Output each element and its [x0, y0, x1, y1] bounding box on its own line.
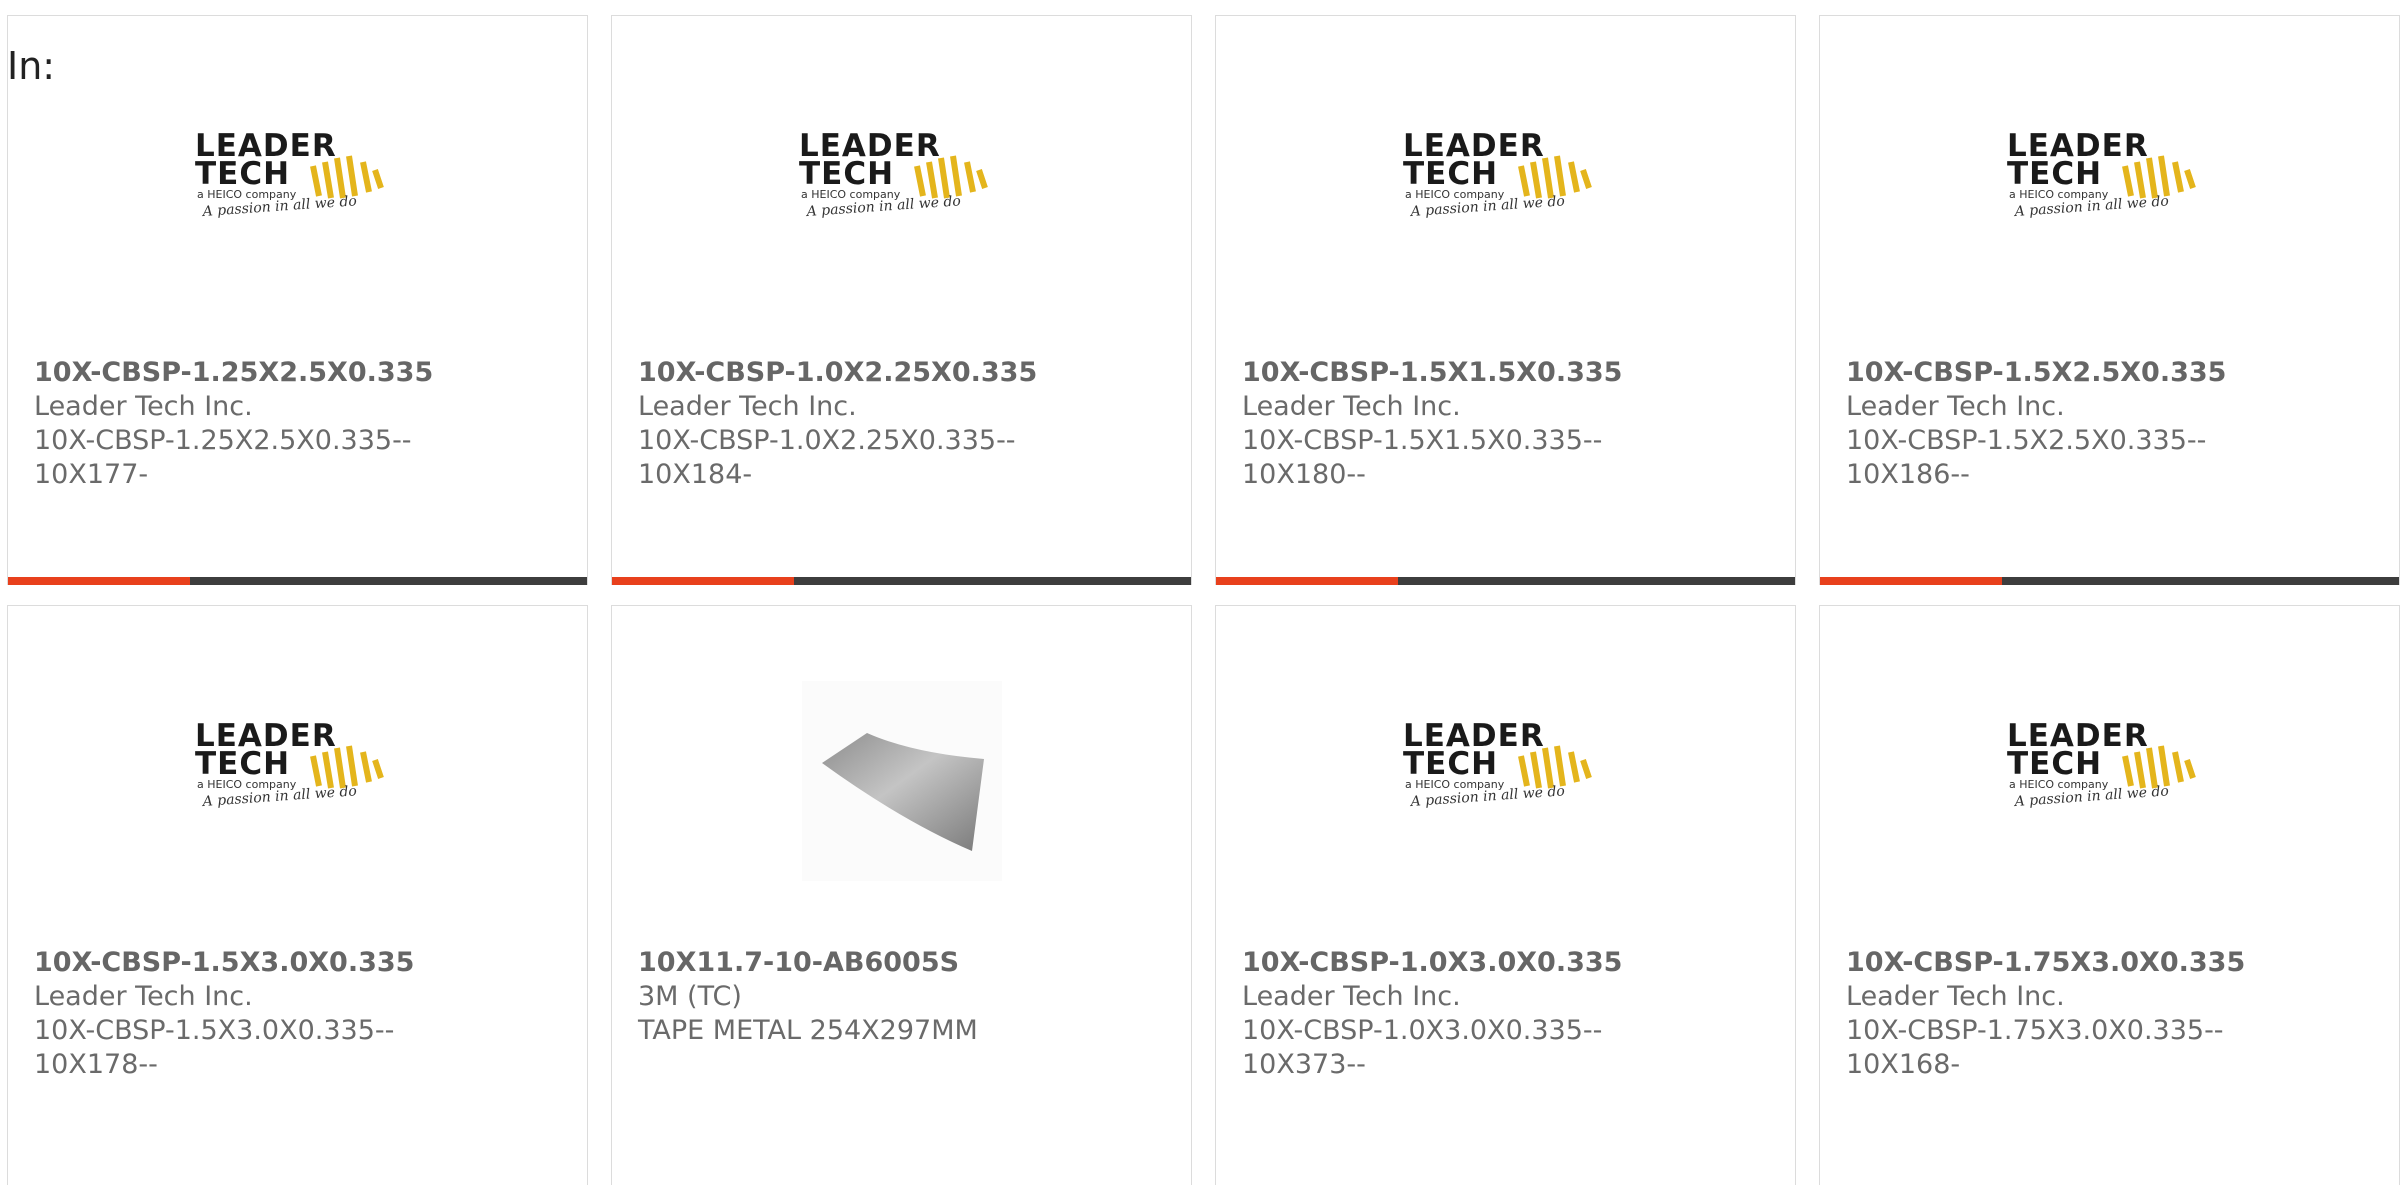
metal-tape-sheet-image — [612, 681, 1191, 881]
svg-text:TECH: TECH — [1403, 746, 1498, 782]
product-title[interactable]: 10X-CBSP-1.0X2.25X0.335 — [638, 356, 1181, 390]
product-description-line2: 10X178-- — [34, 1049, 158, 1080]
product-maker: Leader Tech Inc. — [1846, 981, 2065, 1012]
product-description: 10X-CBSP-1.0X3.0X0.335-- — [1242, 1015, 1603, 1046]
product-title[interactable]: 10X11.7-10-AB6005S — [638, 946, 1181, 980]
card-accent-bar — [1820, 577, 2002, 585]
product-card[interactable]: LEADER TECH a HEICO company A passion in… — [611, 15, 1192, 585]
product-description: TAPE METAL 254X297MM — [638, 1015, 978, 1046]
svg-text:TECH: TECH — [195, 156, 290, 192]
product-description-line2: 10X373-- — [1242, 1049, 1366, 1080]
product-info: 10X-CBSP-1.0X2.25X0.335 Leader Tech Inc.… — [638, 356, 1181, 492]
product-info: 10X-CBSP-1.25X2.5X0.335 Leader Tech Inc.… — [34, 356, 577, 492]
svg-text:TECH: TECH — [799, 156, 894, 192]
product-card[interactable]: LEADER TECH a HEICO company A passion in… — [7, 605, 588, 1185]
product-description: 10X-CBSP-1.0X2.25X0.335-- — [638, 425, 1016, 456]
product-title[interactable]: 10X-CBSP-1.0X3.0X0.335 — [1242, 946, 1785, 980]
card-footer-bar — [612, 577, 1191, 585]
product-info: 10X-CBSP-1.0X3.0X0.335 Leader Tech Inc. … — [1242, 946, 1785, 1082]
leader-tech-logo: LEADER TECH a HEICO company A passion in… — [1216, 716, 1795, 866]
product-description: 10X-CBSP-1.5X2.5X0.335-- — [1846, 425, 2207, 456]
svg-text:TECH: TECH — [1403, 156, 1498, 192]
product-info: 10X-CBSP-1.5X1.5X0.335 Leader Tech Inc. … — [1242, 356, 1785, 492]
product-description-line2: 10X184- — [638, 459, 753, 490]
card-accent-bar — [612, 577, 794, 585]
product-card[interactable]: LEADER TECH a HEICO company A passion in… — [1215, 15, 1796, 585]
product-title[interactable]: 10X-CBSP-1.5X2.5X0.335 — [1846, 356, 2389, 390]
product-card[interactable]: LEADER TECH a HEICO company A passion in… — [1819, 15, 2400, 585]
page-label: In: — [7, 44, 56, 88]
product-description-line2: 10X186-- — [1846, 459, 1970, 490]
product-title[interactable]: 10X-CBSP-1.5X3.0X0.335 — [34, 946, 577, 980]
product-info: 10X11.7-10-AB6005S 3M (TC) TAPE METAL 25… — [638, 946, 1181, 1048]
product-description: 10X-CBSP-1.25X2.5X0.335-- — [34, 425, 412, 456]
product-maker: Leader Tech Inc. — [1846, 391, 2065, 422]
product-description-line2: 10X168- — [1846, 1049, 1961, 1080]
product-title[interactable]: 10X-CBSP-1.25X2.5X0.335 — [34, 356, 577, 390]
product-description: 10X-CBSP-1.75X3.0X0.335-- — [1846, 1015, 2224, 1046]
product-card[interactable]: 10X11.7-10-AB6005S 3M (TC) TAPE METAL 25… — [611, 605, 1192, 1185]
product-card[interactable]: LEADER TECH a HEICO company A passion in… — [1215, 605, 1796, 1185]
svg-text:TECH: TECH — [195, 746, 290, 782]
product-maker: Leader Tech Inc. — [638, 391, 857, 422]
leader-tech-logo: LEADER TECH a HEICO company A passion in… — [1216, 126, 1795, 276]
product-title[interactable]: 10X-CBSP-1.75X3.0X0.335 — [1846, 946, 2389, 980]
product-card[interactable]: LEADER TECH a HEICO company A passion in… — [1819, 605, 2400, 1185]
product-maker: 3M (TC) — [638, 981, 742, 1012]
leader-tech-logo: LEADER TECH a HEICO company A passion in… — [8, 126, 587, 276]
svg-text:TECH: TECH — [2007, 156, 2102, 192]
product-card[interactable]: LEADER TECH a HEICO company A passion in… — [7, 15, 588, 585]
leader-tech-logo: LEADER TECH a HEICO company A passion in… — [1820, 716, 2399, 866]
product-maker: Leader Tech Inc. — [1242, 981, 1461, 1012]
product-maker: Leader Tech Inc. — [34, 981, 253, 1012]
card-footer-bar — [1216, 577, 1795, 585]
product-title[interactable]: 10X-CBSP-1.5X1.5X0.335 — [1242, 356, 1785, 390]
card-footer-bar — [8, 577, 587, 585]
card-accent-bar — [1216, 577, 1398, 585]
product-info: 10X-CBSP-1.5X3.0X0.335 Leader Tech Inc. … — [34, 946, 577, 1082]
product-grid: LEADER TECH a HEICO company A passion in… — [7, 15, 2400, 1185]
product-description-line2: 10X180-- — [1242, 459, 1366, 490]
card-footer-bar — [1820, 577, 2399, 585]
product-description: 10X-CBSP-1.5X3.0X0.335-- — [34, 1015, 395, 1046]
leader-tech-logo: LEADER TECH a HEICO company A passion in… — [612, 126, 1191, 276]
product-description-line2: 10X177- — [34, 459, 149, 490]
leader-tech-logo: LEADER TECH a HEICO company A passion in… — [8, 716, 587, 866]
product-info: 10X-CBSP-1.5X2.5X0.335 Leader Tech Inc. … — [1846, 356, 2389, 492]
product-info: 10X-CBSP-1.75X3.0X0.335 Leader Tech Inc.… — [1846, 946, 2389, 1082]
svg-text:TECH: TECH — [2007, 746, 2102, 782]
product-maker: Leader Tech Inc. — [34, 391, 253, 422]
card-accent-bar — [8, 577, 190, 585]
product-description: 10X-CBSP-1.5X1.5X0.335-- — [1242, 425, 1603, 456]
product-maker: Leader Tech Inc. — [1242, 391, 1461, 422]
leader-tech-logo: LEADER TECH a HEICO company A passion in… — [1820, 126, 2399, 276]
